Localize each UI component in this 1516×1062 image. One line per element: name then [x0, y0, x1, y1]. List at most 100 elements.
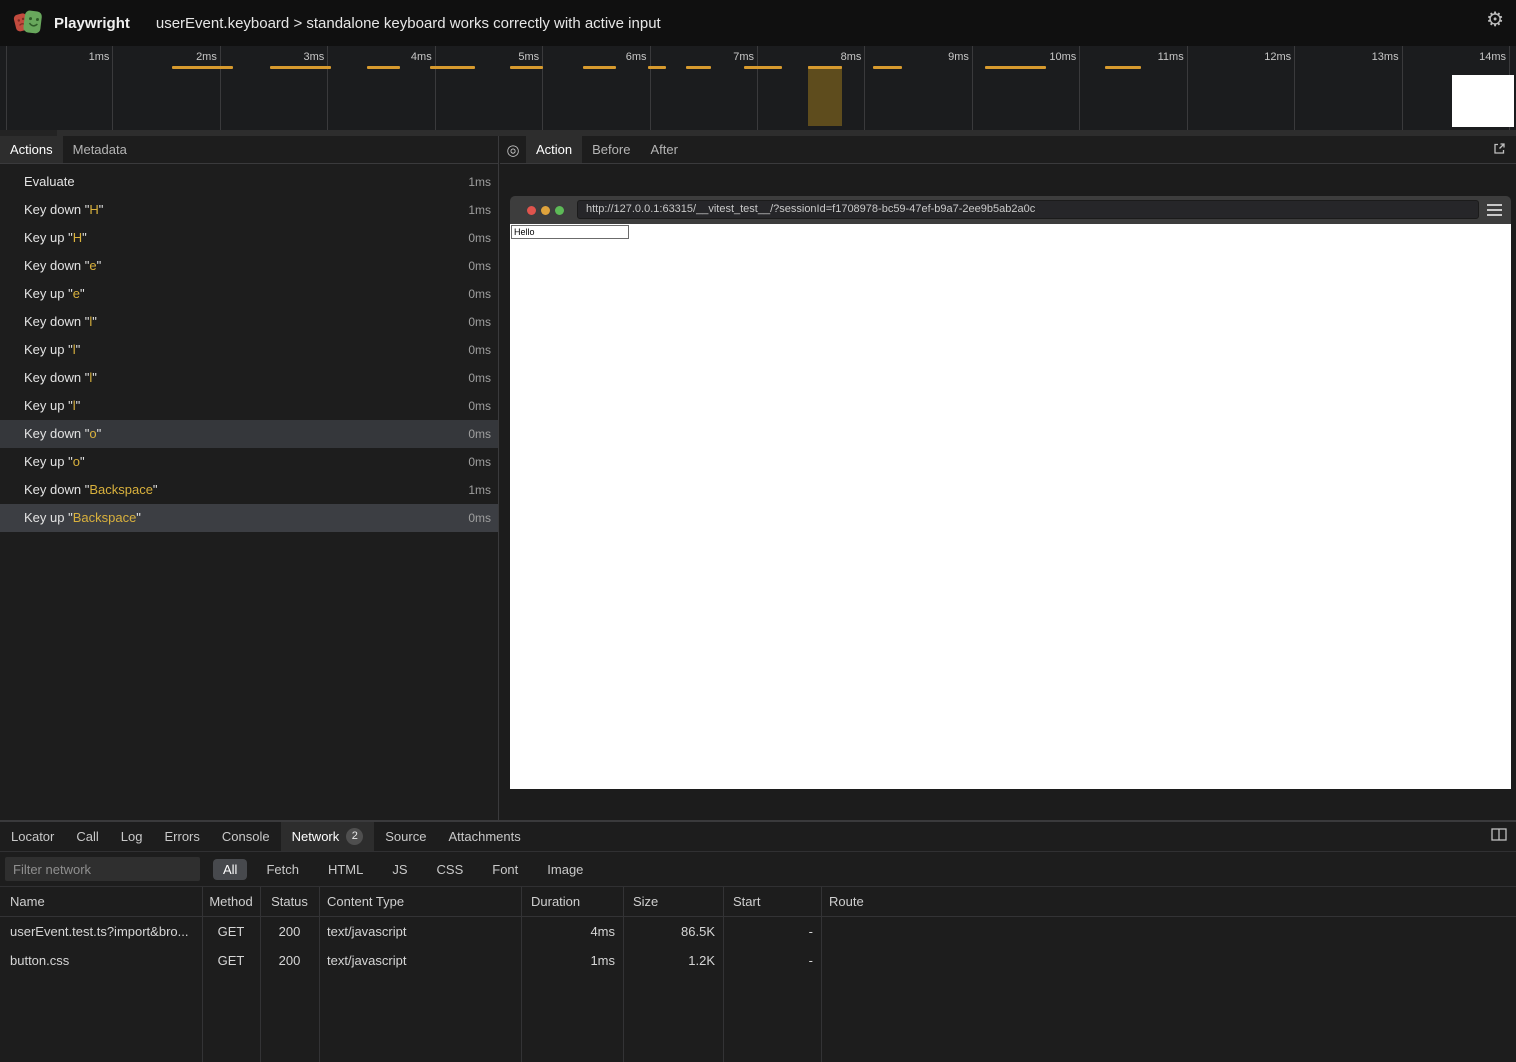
tab-errors[interactable]: Errors: [153, 822, 210, 851]
action-row[interactable]: Key up "l"0ms: [0, 392, 498, 420]
timeline-segment[interactable]: 3ms: [221, 46, 328, 130]
layout-split-icon[interactable]: [1491, 828, 1507, 841]
tab-network[interactable]: Network2: [281, 822, 375, 851]
tab-console[interactable]: Console: [211, 822, 281, 851]
page-text-input[interactable]: [511, 225, 629, 239]
timeline-filmstrip-thumbnail[interactable]: [1452, 75, 1514, 127]
timeline-selected-range[interactable]: [808, 66, 842, 126]
tab-call[interactable]: Call: [65, 822, 109, 851]
tab-label: Attachments: [448, 829, 520, 844]
action-row[interactable]: Key up "l"0ms: [0, 336, 498, 364]
snapshot-browser-chrome: http://127.0.0.1:63315/__vitest_test__/?…: [510, 196, 1511, 224]
timeline-segment[interactable]: 6ms: [543, 46, 650, 130]
action-value: o: [73, 454, 80, 469]
network-cell: 4ms: [521, 917, 623, 946]
timeline-segment[interactable]: 7ms: [651, 46, 758, 130]
timeline-segment[interactable]: 4ms: [328, 46, 435, 130]
action-duration: 0ms: [468, 252, 491, 280]
column-header-method[interactable]: Method: [202, 887, 260, 916]
column-header-size[interactable]: Size: [623, 887, 723, 916]
action-row[interactable]: Key up "H"0ms: [0, 224, 498, 252]
traffic-light-green-icon: [555, 206, 564, 215]
timeline-tick-label: 6ms: [626, 51, 647, 63]
column-header-content-type[interactable]: Content Type: [319, 887, 521, 916]
timeline-tick-label: 1ms: [89, 51, 110, 63]
timeline-tick-label: 3ms: [304, 51, 325, 63]
pick-locator-icon[interactable]: ◎: [500, 136, 526, 163]
tab-label: Call: [76, 829, 98, 844]
timeline-segment[interactable]: 11ms: [1080, 46, 1187, 130]
timeline-tick-label: 7ms: [733, 51, 754, 63]
tab-locator[interactable]: Locator: [0, 822, 65, 851]
timeline-segment[interactable]: 5ms: [436, 46, 543, 130]
action-close-quote: ": [136, 510, 141, 525]
action-title: Key up ": [24, 510, 73, 525]
filter-chip-js[interactable]: JS: [382, 859, 417, 880]
tab-actions[interactable]: Actions: [0, 136, 63, 163]
timeline-activity-tick: [808, 66, 842, 69]
action-title: Key down ": [24, 202, 89, 217]
tab-log[interactable]: Log: [110, 822, 154, 851]
network-row[interactable]: userEvent.test.ts?import&bro...GET200tex…: [0, 917, 1516, 946]
network-table: NameMethodStatusContent TypeDurationSize…: [0, 887, 1516, 975]
column-header-status[interactable]: Status: [260, 887, 319, 916]
action-title: Key up ": [24, 342, 73, 357]
network-cell: GET: [202, 917, 260, 946]
action-row[interactable]: Key up "e"0ms: [0, 280, 498, 308]
tab-label: Errors: [164, 829, 199, 844]
timeline-ruler[interactable]: 1ms2ms3ms4ms5ms6ms7ms8ms9ms10ms11ms12ms1…: [0, 46, 1516, 130]
filter-chip-image[interactable]: Image: [537, 859, 593, 880]
action-row[interactable]: Key down "H"1ms: [0, 196, 498, 224]
action-row[interactable]: Evaluate1ms: [0, 168, 498, 196]
column-header-duration[interactable]: Duration: [521, 887, 623, 916]
network-cell: GET: [202, 946, 260, 975]
network-filter-input[interactable]: [5, 857, 200, 881]
tab-action[interactable]: Action: [526, 136, 582, 163]
action-row[interactable]: Key down "Backspace"1ms: [0, 476, 498, 504]
column-header-start[interactable]: Start: [723, 887, 821, 916]
filter-chip-fetch[interactable]: Fetch: [256, 859, 309, 880]
timeline-segment[interactable]: 1ms: [6, 46, 113, 130]
tab-after[interactable]: After: [640, 136, 687, 163]
action-close-quote: ": [92, 314, 97, 329]
filter-chip-all[interactable]: All: [213, 859, 247, 880]
filter-chip-css[interactable]: CSS: [427, 859, 474, 880]
action-row[interactable]: Key down "o"0ms: [0, 420, 498, 448]
column-header-name[interactable]: Name: [0, 887, 202, 916]
timeline-activity-tick: [873, 66, 902, 69]
network-cell: userEvent.test.ts?import&bro...: [0, 917, 202, 946]
details-tabstrip: Locator Call Log Errors ConsoleNetwork2Sourc…: [0, 822, 1516, 852]
timeline-segment[interactable]: 13ms: [1295, 46, 1402, 130]
settings-gear-icon[interactable]: ⚙: [1486, 10, 1504, 30]
tab-before[interactable]: Before: [582, 136, 640, 163]
timeline-activity-tick: [510, 66, 543, 69]
column-header-route[interactable]: Route: [821, 887, 1516, 916]
action-row[interactable]: Key up "o"0ms: [0, 448, 498, 476]
action-row[interactable]: Key down "l"0ms: [0, 308, 498, 336]
browser-menu-icon[interactable]: [1487, 204, 1502, 216]
network-cell: text/javascript: [319, 946, 521, 975]
network-cell: button.css: [0, 946, 202, 975]
action-duration: 0ms: [468, 392, 491, 420]
action-row[interactable]: Key down "l"0ms: [0, 364, 498, 392]
filter-chip-html[interactable]: HTML: [318, 859, 373, 880]
timeline-segment[interactable]: 2ms: [113, 46, 220, 130]
timeline-segment[interactable]: 9ms: [865, 46, 972, 130]
action-title: Key up ": [24, 286, 73, 301]
snapshot-page: [510, 224, 1511, 789]
tab-source[interactable]: Source: [374, 822, 437, 851]
filter-chip-font[interactable]: Font: [482, 859, 528, 880]
timeline-segment[interactable]: 12ms: [1188, 46, 1295, 130]
timeline-activity-tick: [367, 66, 400, 69]
timeline-tick-label: 5ms: [518, 51, 539, 63]
actions-panel: ActionsMetadata Evaluate1msKey down "H"1…: [0, 136, 499, 820]
action-row[interactable]: Key up "Backspace"0ms: [0, 504, 498, 532]
open-snapshot-external-icon[interactable]: [1492, 141, 1507, 156]
tab-attachments[interactable]: Attachments: [437, 822, 531, 851]
snapshot-url-bar[interactable]: http://127.0.0.1:63315/__vitest_test__/?…: [577, 200, 1479, 219]
snapshot-browser-window: http://127.0.0.1:63315/__vitest_test__/?…: [510, 196, 1511, 789]
timeline-segment[interactable]: 10ms: [973, 46, 1080, 130]
tab-metadata[interactable]: Metadata: [63, 136, 137, 163]
action-row[interactable]: Key down "e"0ms: [0, 252, 498, 280]
network-row[interactable]: button.cssGET200text/javascript1ms1.2K-: [0, 946, 1516, 975]
